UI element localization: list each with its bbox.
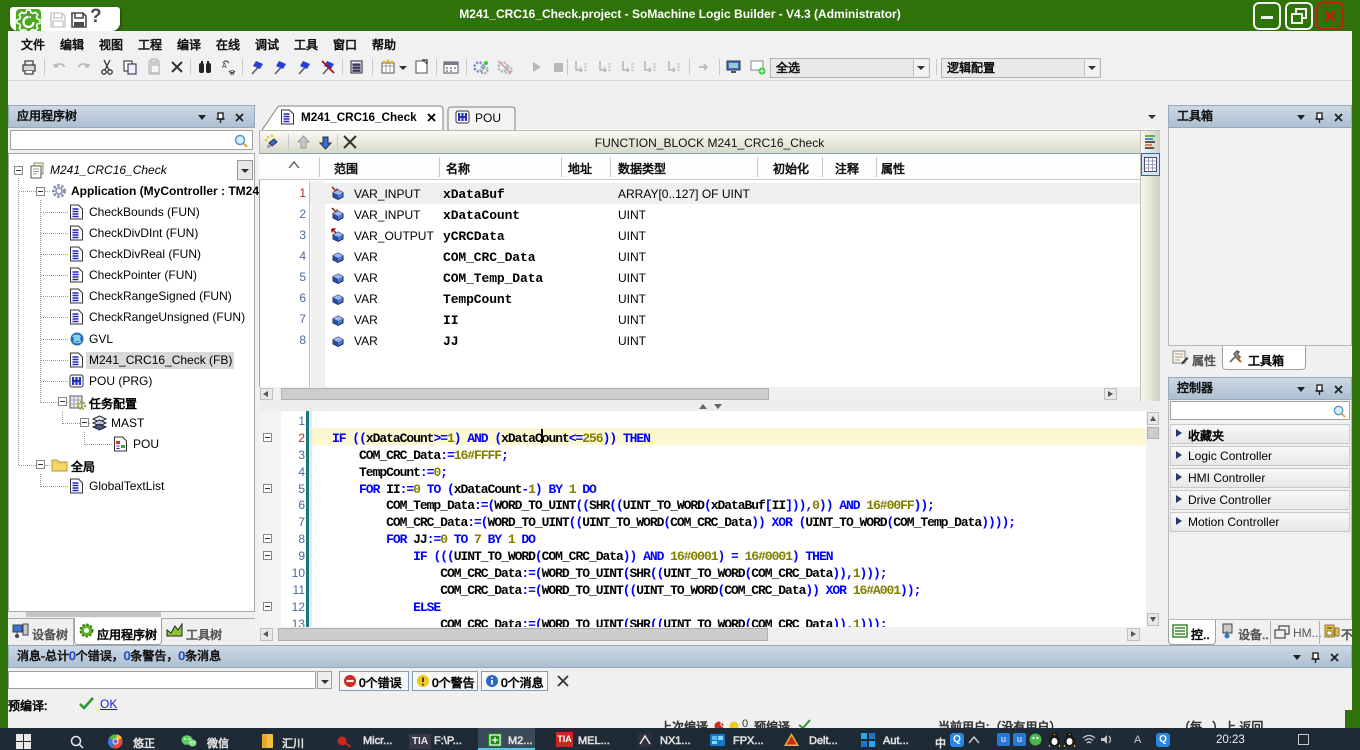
svg-text:B: B [230,70,235,76]
svg-text:A: A [222,63,227,70]
